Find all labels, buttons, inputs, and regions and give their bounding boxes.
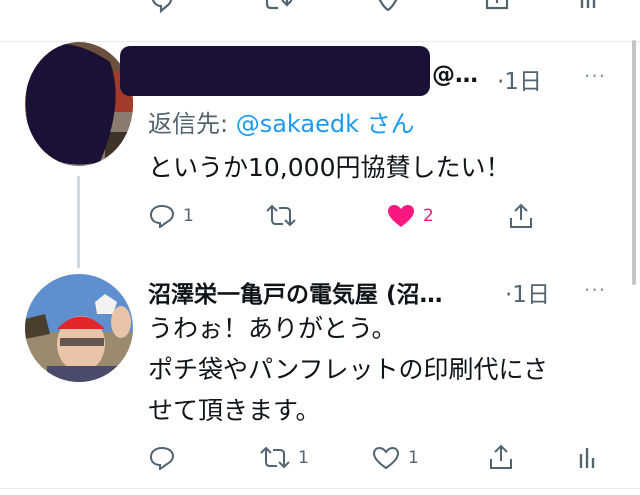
share-icon [510,203,532,228]
reply-to-prefix: 返信先: [148,110,236,138]
reply-to-line: 返信先: @sakaedk さん [148,104,415,139]
share-button[interactable] [488,444,514,470]
retweet-button[interactable] [266,204,296,228]
avatar-photo [25,42,133,166]
retweet-icon [260,446,290,469]
reply-count: 1 [183,206,194,226]
tweet-time[interactable]: ·1日 [497,62,542,96]
reply-button[interactable] [148,0,174,14]
display-name[interactable]: 沼澤栄一亀戸の電気屋 (沼… [148,275,443,309]
retweet-icon [266,204,296,227]
more-options-button[interactable]: ··· [584,278,606,302]
thread-connector-line [77,176,80,268]
analytics-icon [579,448,595,468]
reply-button[interactable] [149,446,175,470]
retweet-button[interactable] [262,0,292,14]
heart-icon [378,0,398,12]
analytics-button[interactable] [577,446,597,470]
avatar-photo [25,274,133,382]
redacted-display-name [120,46,430,96]
reply-button[interactable]: 1 [149,204,194,228]
avatar[interactable] [25,274,133,382]
share-button[interactable] [508,203,534,229]
retweet-count: 1 [298,448,309,468]
tweet-handle[interactable]: @… [432,62,478,88]
reply-mention-link[interactable]: @sakaedk [236,110,359,138]
like-count: 1 [408,448,419,468]
retweet-icon [265,0,292,10]
reply-to-suffix: さん [359,110,415,138]
tweet-divider [0,488,640,489]
like-button[interactable]: 2 [387,204,434,228]
avatar[interactable] [25,42,133,166]
retweet-button[interactable]: 1 [260,446,309,470]
tweet-divider [0,41,640,42]
tweet-text-line-1: うわぉ！ありがとう。 [148,314,397,343]
reply-icon [151,0,173,14]
share-icon [485,0,509,10]
scrollbar[interactable] [632,40,636,285]
analytics-icon [580,0,596,8]
share-button-top[interactable] [484,0,510,14]
like-button-top[interactable] [374,0,402,14]
heart-icon [372,446,400,470]
reply-icon [149,446,175,470]
share-icon [490,444,512,469]
more-options-button[interactable]: ··· [584,64,606,88]
tweet-text-line-3: せて頂きます。 [148,396,321,425]
analytics-button-top[interactable] [578,0,598,14]
tweet-time[interactable]: ·1日 [505,275,550,309]
reply-icon [149,204,175,228]
tweet-text: というか10,000円協賛したい！ [148,153,511,182]
tweet-text-line-2: ポチ袋やパンフレットの印刷代にさ [148,355,549,384]
like-count: 2 [423,206,434,226]
like-button[interactable]: 1 [372,446,419,470]
heart-filled-icon [388,205,414,227]
